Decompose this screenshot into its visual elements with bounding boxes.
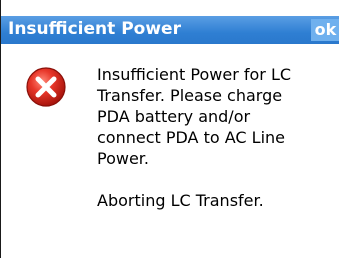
dialog-title: Insufficient Power xyxy=(8,19,181,39)
error-dialog: Insufficient Power ok Insufficient Power… xyxy=(0,0,339,258)
ok-button[interactable]: ok xyxy=(311,19,339,41)
message-line: Power. xyxy=(97,149,149,168)
error-icon xyxy=(26,67,66,107)
message-line: Transfer. Please charge xyxy=(97,86,283,105)
title-bar: Insufficient Power ok xyxy=(1,16,339,44)
message-line: connect PDA to AC Line xyxy=(97,128,285,147)
message-line: PDA battery and/or xyxy=(97,107,251,126)
dialog-message: Insufficient Power for LC Transfer. Plea… xyxy=(97,64,337,211)
message-spacer xyxy=(97,169,337,190)
abort-message: Aborting LC Transfer. xyxy=(97,191,264,210)
message-line: Insufficient Power for LC xyxy=(97,65,292,84)
